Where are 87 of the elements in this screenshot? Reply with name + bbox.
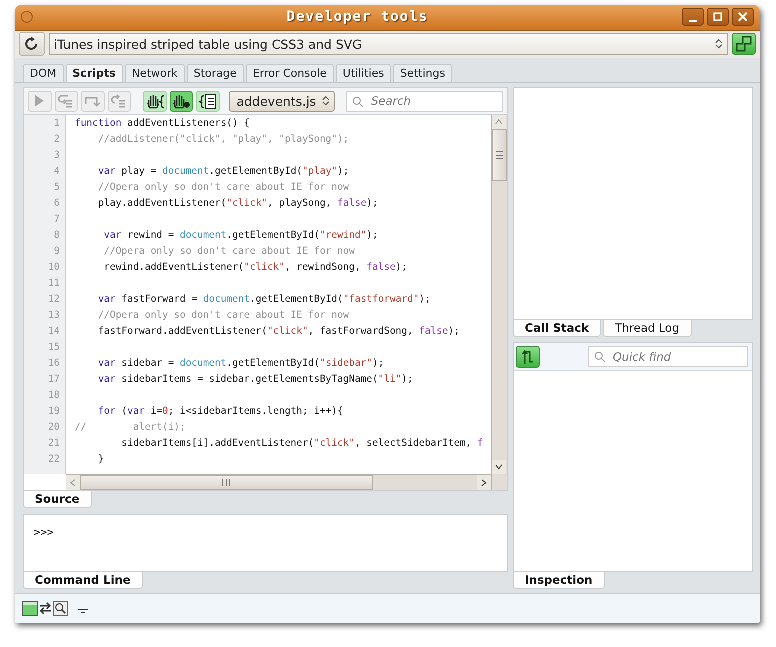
reload-button[interactable] [19, 32, 45, 56]
log-icon [198, 92, 218, 110]
minimize-button[interactable] [682, 8, 704, 26]
maximize-icon [713, 12, 723, 22]
panel-tab[interactable]: Thread Log [603, 320, 692, 338]
grip-icon[interactable] [496, 150, 503, 160]
line-number: 12 [47, 293, 61, 308]
line-number: 3 [53, 149, 61, 164]
minimize-icon [689, 20, 697, 22]
line-number: 11 [47, 277, 61, 292]
magnifier-icon[interactable] [53, 601, 68, 616]
swap-arrows-icon[interactable] [39, 602, 52, 616]
line-number: 21 [47, 437, 61, 452]
panel-tab[interactable]: Call Stack [513, 320, 602, 338]
search-icon [352, 96, 364, 108]
code-line: var play = document.getElementById("play"); [97, 165, 350, 180]
code-line: play.addEventListener("click", playSong, false); [97, 197, 380, 212]
line-number: 7 [53, 213, 61, 228]
page-select[interactable]: iTunes inspired striped table using CSS3 and SVG [49, 33, 728, 56]
tab[interactable]: Settings [393, 64, 452, 82]
line-number: 17 [47, 373, 61, 388]
tab[interactable]: Utilities [336, 64, 392, 82]
tab[interactable]: Error Console [246, 64, 334, 82]
line-number: 19 [47, 405, 61, 420]
close-icon [738, 12, 748, 22]
reload-icon [24, 36, 40, 52]
line-number: 13 [47, 309, 61, 324]
code-line: for (var i=0; i<sidebarItems.length; i++){ [97, 405, 344, 420]
line-number: 22 [47, 453, 61, 468]
line-number: 5 [53, 181, 61, 196]
code-line: var sidebar = document.getElementById("sidebar"); [97, 357, 386, 372]
code-line: sidebarItems[i].addEventListener("click", selectSidebarItem, f [120, 437, 484, 452]
search-field[interactable]: Search [346, 90, 503, 112]
code-line: var fastForward = document.getElementById("fastforward"); [97, 293, 432, 308]
dock-button[interactable] [732, 33, 756, 56]
hand-stop-toggle[interactable] [170, 90, 194, 112]
prompt: >>> [34, 526, 54, 540]
maximize-button[interactable] [707, 8, 729, 26]
code-line: var sidebarItems = sidebar.getElementsByTagName("li"); [97, 373, 414, 388]
code-line: //Opera only so don't care about IE for now [97, 181, 350, 196]
command-line-tab[interactable]: Command Line [23, 572, 143, 590]
line-number: 1 [53, 117, 61, 132]
code-line: // alert(i); [75, 421, 187, 436]
code-line: //Opera only so don't care about IE for now [97, 309, 350, 324]
inspection-tab[interactable]: Inspection [513, 572, 605, 590]
updown-icon [715, 38, 723, 50]
line-number: 6 [53, 197, 61, 212]
hand-brace-toggle[interactable] [143, 90, 167, 112]
line-number: 15 [47, 341, 61, 356]
line-number: 2 [53, 133, 61, 148]
code-line: rewind.addEventListener("click", rewindSong, false); [103, 261, 408, 276]
horizontal-scrollbar[interactable] [66, 474, 491, 490]
code-line: } [97, 453, 106, 468]
source-tab[interactable]: Source [23, 491, 92, 508]
vertical-scrollbar[interactable] [491, 115, 507, 490]
return-button[interactable] [516, 346, 540, 368]
close-button[interactable] [732, 8, 754, 26]
line-number: 8 [53, 229, 61, 244]
code-line: //Opera only so don't care about IE for now [103, 245, 356, 260]
quick-find-field[interactable]: Quick find [588, 346, 748, 368]
steps-icon [736, 36, 752, 52]
line-number: 16 [47, 357, 61, 372]
line-number: 4 [53, 165, 61, 180]
code-line: //addListener("click", "play", "playSong"); [97, 133, 350, 148]
window-icon[interactable] [22, 601, 38, 616]
window-title: Developer tools [286, 9, 430, 26]
return-icon [520, 348, 536, 365]
log-toggle[interactable] [196, 90, 220, 112]
script-select[interactable]: addevents.js [228, 90, 336, 112]
tab[interactable]: Scripts [66, 64, 123, 82]
command-line-panel[interactable]: >>> [23, 514, 508, 572]
tab[interactable]: DOM [23, 64, 64, 82]
tab[interactable]: Storage [186, 64, 244, 82]
hand-brace-icon [144, 92, 165, 110]
grip-icon[interactable] [222, 479, 231, 486]
tab[interactable]: Network [124, 64, 185, 82]
code-line: fastForward.addEventListener("click", fastForwardSong, false); [97, 325, 461, 340]
search-icon [594, 351, 606, 364]
hand-stop-icon [171, 92, 192, 110]
code-line: function addEventListeners() { [75, 117, 251, 132]
line-number: 20 [47, 421, 61, 436]
updown-icon [322, 95, 330, 108]
line-number: 10 [47, 261, 61, 276]
code-line: var rewind = document.getElementById("rewind"); [103, 229, 380, 244]
line-number: 14 [47, 325, 61, 340]
line-number: 18 [47, 389, 61, 404]
line-number: 9 [53, 245, 61, 260]
